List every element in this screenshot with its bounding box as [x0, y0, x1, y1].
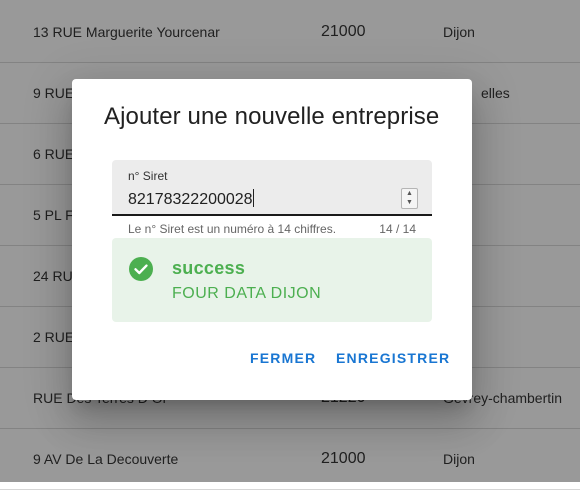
save-button[interactable]: ENREGISTRER: [336, 345, 450, 371]
siret-field[interactable]: n° Siret 82178322200028 ▲ ▼: [112, 160, 432, 216]
close-button[interactable]: FERMER: [250, 345, 316, 371]
siret-input[interactable]: 82178322200028: [128, 189, 254, 209]
text-caret: [252, 189, 254, 207]
chevron-up-icon[interactable]: ▲: [402, 189, 417, 198]
number-stepper[interactable]: ▲ ▼: [401, 188, 418, 209]
success-alert: success FOUR DATA DIJON: [112, 238, 432, 322]
siret-field-label: n° Siret: [128, 169, 168, 183]
chevron-down-icon[interactable]: ▼: [402, 198, 417, 207]
siret-char-counter: 14 / 14: [379, 222, 416, 236]
alert-message: FOUR DATA DIJON: [172, 285, 322, 302]
dialog-title: Ajouter une nouvelle entreprise: [104, 103, 440, 130]
alert-title: success: [172, 258, 246, 278]
check-circle-icon: [129, 257, 153, 281]
siret-input-value: 82178322200028: [128, 191, 253, 208]
add-company-dialog: Ajouter une nouvelle entreprise n° Siret…: [72, 79, 472, 400]
siret-hint: Le n° Siret est un numéro à 14 chiffres.: [128, 222, 337, 236]
